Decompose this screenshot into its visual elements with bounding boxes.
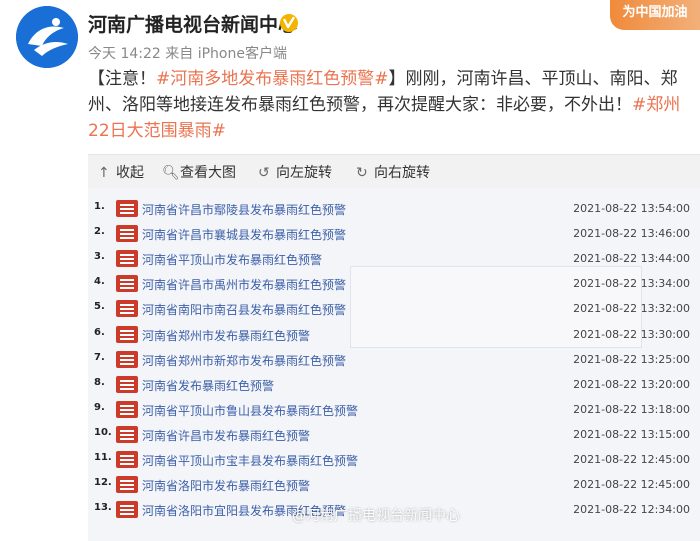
red-alert-icon (116, 476, 138, 494)
alert-row: 4. 河南省许昌市禹州市发布暴雨红色预警 2021-08-22 13:34:00 (88, 272, 700, 297)
alert-row: 1. 河南省许昌市鄢陵县发布暴雨红色预警 2021-08-22 13:54:00 (88, 197, 700, 222)
rotate-right-button[interactable]: ↻ 向右旋转 (356, 162, 430, 182)
alert-row: 5. 河南省南阳市南召县发布暴雨红色预警 2021-08-22 13:32:00 (88, 297, 700, 322)
alert-index: 3. (94, 251, 105, 263)
alert-time: 2021-08-22 13:34:00 (573, 277, 690, 291)
image-toolbar: ↑ 收起 🔍︎查看大图 ↺ 向左旋转 ↻ 向右旋转 (88, 154, 700, 189)
red-alert-icon (116, 375, 138, 393)
view-large-button[interactable]: 🔍︎查看大图 (162, 162, 236, 182)
alert-time: 2021-08-22 12:34:00 (573, 503, 690, 517)
post-header: 河南广播电视台新闻中心 今天 14:22 来自 iPhone客户端 为中国加油 (0, 0, 700, 68)
avatar[interactable] (16, 6, 78, 68)
rotate-left-icon: ↺ (258, 165, 270, 181)
red-alert-icon (116, 400, 138, 418)
red-alert-icon (116, 451, 138, 468)
station-logo-icon (16, 6, 78, 68)
alert-time: 2021-08-22 13:20:00 (573, 377, 690, 391)
alert-time: 2021-08-22 12:45:00 (573, 478, 690, 492)
alert-title-link[interactable]: 河南省许昌市襄城县发布暴雨红色预警 (142, 226, 346, 243)
alert-index: 7. (94, 351, 105, 363)
red-alert-icon (116, 501, 138, 519)
alert-title-link[interactable]: 河南省郑州市发布暴雨红色预警 (142, 327, 310, 344)
alert-time: 2021-08-22 13:15:00 (573, 427, 690, 441)
verified-badge-icon (280, 14, 298, 32)
post-time[interactable]: 今天 14:22 (88, 46, 161, 62)
post-text: 【注意！#河南多地发布暴雨红色预警#】刚刚，河南许昌、平顶山、南阳、郑州、洛阳等… (88, 66, 688, 144)
red-alert-icon (116, 325, 138, 343)
alert-title-link[interactable]: 河南省许昌市鄢陵县发布暴雨红色预警 (142, 201, 346, 218)
alert-title-link[interactable]: 河南省洛阳市发布暴雨红色预警 (142, 477, 310, 494)
magnifier-icon: 🔍︎ (162, 165, 180, 181)
alert-index: 5. (94, 301, 105, 313)
alert-index: 13. (94, 502, 112, 514)
alert-row: 12. 河南省洛阳市发布暴雨红色预警 2021-08-22 12:45:00 (88, 473, 700, 498)
collapse-button[interactable]: ↑ 收起 (98, 162, 144, 182)
alert-row: 6. 河南省郑州市发布暴雨红色预警 2021-08-22 13:30:00 (88, 323, 700, 348)
alert-index: 1. (94, 201, 105, 212)
alert-time: 2021-08-22 13:46:00 (573, 227, 690, 241)
alert-title-link[interactable]: 河南省平顶山市发布暴雨红色预警 (142, 251, 322, 268)
alert-row: 3. 河南省平顶山市发布暴雨红色预警 2021-08-22 13:44:00 (88, 247, 700, 272)
alert-row: 7. 河南省郑州市新郑市发布暴雨红色预警 2021-08-22 13:25:00 (88, 348, 700, 373)
alert-index: 4. (94, 276, 105, 288)
alert-row: 8. 河南省发布暴雨红色预警 2021-08-22 13:20:00 (88, 373, 700, 398)
campaign-badge: 为中国加油 (610, 0, 700, 30)
alert-index: 8. (94, 376, 105, 388)
arrow-up-icon: ↑ (98, 165, 110, 181)
alert-time: 2021-08-22 13:25:00 (573, 352, 690, 366)
red-alert-icon (116, 350, 138, 368)
red-alert-icon (116, 225, 138, 243)
image-watermark: @河南广播电视台新闻中心 (292, 508, 460, 524)
post-prefix: 【注意！ (88, 69, 156, 89)
alert-time: 2021-08-22 13:18:00 (573, 402, 690, 416)
post-source: 来自 iPhone客户端 (165, 46, 287, 62)
alert-index: 2. (94, 226, 105, 238)
red-alert-icon (116, 275, 138, 293)
alert-time: 2021-08-22 13:32:00 (573, 302, 690, 316)
rotate-left-button[interactable]: ↺ 向左旋转 (258, 162, 332, 182)
alert-index: 6. (94, 326, 105, 338)
red-alert-icon (116, 200, 138, 217)
alert-index: 11. (94, 452, 112, 463)
alert-time: 2021-08-22 13:30:00 (573, 327, 690, 341)
red-alert-icon (116, 425, 138, 443)
alert-title-link[interactable]: 河南省许昌市发布暴雨红色预警 (142, 427, 310, 444)
alert-title-link[interactable]: 河南省郑州市新郑市发布暴雨红色预警 (142, 352, 346, 369)
post-image[interactable]: 1. 河南省许昌市鄢陵县发布暴雨红色预警 2021-08-22 13:54:00 2.… (88, 188, 700, 541)
alert-row: 10. 河南省许昌市发布暴雨红色预警 2021-08-22 13:15:00 (88, 423, 700, 448)
alert-time: 2021-08-22 12:45:00 (573, 453, 690, 466)
alert-title-link[interactable]: 河南省平顶山市宝丰县发布暴雨红色预警 (142, 452, 358, 469)
hashtag-link[interactable]: #河南多地发布暴雨红色预警# (156, 69, 389, 89)
red-alert-icon (116, 300, 138, 318)
user-name[interactable]: 河南广播电视台新闻中心 (88, 10, 297, 37)
alert-row: 9. 河南省平顶山市鲁山县发布暴雨红色预警 2021-08-22 13:18:00 (88, 398, 700, 423)
alert-row: 11. 河南省平顶山市宝丰县发布暴雨红色预警 2021-08-22 12:45:00 (88, 448, 700, 473)
alert-title-link[interactable]: 河南省南阳市南召县发布暴雨红色预警 (142, 301, 346, 318)
alert-row: 2. 河南省许昌市襄城县发布暴雨红色预警 2021-08-22 13:46:00 (88, 222, 700, 247)
alert-time: 2021-08-22 13:54:00 (573, 202, 690, 215)
rotate-right-icon: ↻ (356, 165, 368, 181)
alert-title-link[interactable]: 河南省发布暴雨红色预警 (142, 377, 274, 394)
alert-index: 12. (94, 477, 112, 489)
alert-index: 10. (94, 426, 112, 438)
post-meta: 今天 14:22 来自 iPhone客户端 (88, 43, 287, 63)
alert-title-link[interactable]: 河南省许昌市禹州市发布暴雨红色预警 (142, 276, 346, 293)
alert-index: 9. (94, 401, 105, 413)
red-alert-icon (116, 250, 138, 268)
alert-time: 2021-08-22 13:44:00 (573, 252, 690, 266)
alert-title-link[interactable]: 河南省平顶山市鲁山县发布暴雨红色预警 (142, 402, 358, 419)
